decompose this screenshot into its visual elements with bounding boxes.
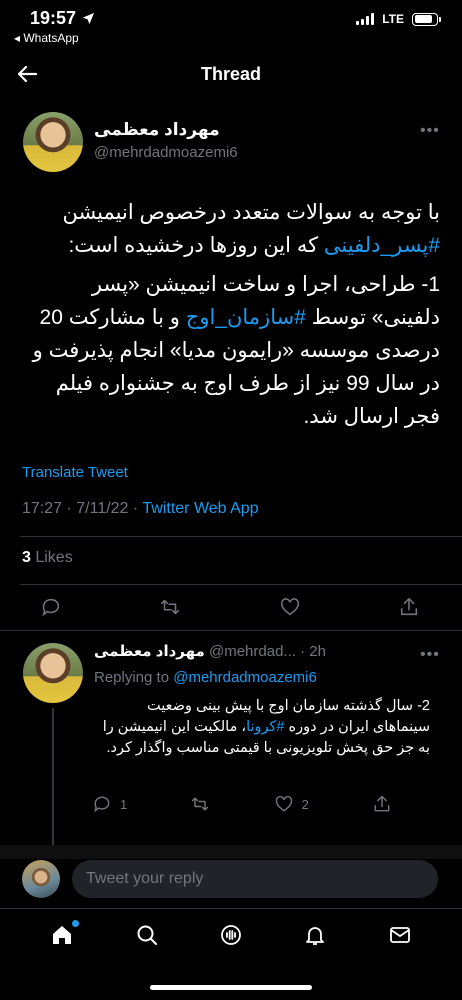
current-user-avatar[interactable] (22, 860, 60, 898)
reply-tweet-actions: 1 2 (92, 794, 392, 814)
author-avatar[interactable] (23, 112, 83, 172)
divider (0, 630, 462, 631)
tweet-text-segment: که این روزها درخشیده است: (68, 234, 324, 257)
network-type: LTE (382, 12, 404, 26)
back-to-whatsapp-link[interactable]: ◂ WhatsApp (14, 31, 79, 45)
likes-count[interactable]: 3 Likes (22, 549, 73, 567)
like-count: 2 (301, 796, 309, 812)
reply-retweet-button[interactable] (190, 794, 210, 814)
notifications-icon (306, 926, 325, 945)
retweet-button[interactable] (159, 596, 181, 618)
share-icon (374, 795, 390, 812)
divider (20, 584, 462, 585)
share-icon (400, 597, 418, 616)
page-title: Thread (200, 64, 261, 84)
reply-tweet-text: 2- سال گذشته سازمان اوج با پیش بینی وضعی… (100, 696, 430, 759)
tab-messages[interactable] (385, 920, 415, 950)
author-display-name[interactable]: مهرداد معظمی (94, 120, 220, 139)
reply-more-options-icon[interactable]: ••• (420, 646, 440, 664)
tweet-timestamp: 17:27 · 7/11/22 · (22, 500, 143, 517)
tab-search[interactable] (132, 920, 162, 950)
thread-header: Thread (0, 52, 462, 98)
reply-author-avatar[interactable] (23, 643, 83, 703)
reply-header: مهرداد معظمی @mehrdad... · 2h (94, 642, 326, 660)
reply-reply-button[interactable]: 1 (92, 794, 127, 814)
like-button[interactable] (279, 596, 301, 618)
tweet-paragraph-1: با توجه به سوالات متعدد درخصوص انیمیشن #… (20, 196, 440, 262)
replying-to-handle-link[interactable]: @mehrdadmoazemi6 (173, 669, 317, 686)
status-time: 19:57 (30, 8, 77, 28)
spaces-icon (221, 924, 241, 945)
reply-icon (42, 598, 60, 617)
translate-tweet-link[interactable]: Translate Tweet (22, 464, 128, 481)
reply-icon (94, 796, 110, 813)
status-bar: 19:57 ◂ WhatsApp LTE (0, 0, 462, 50)
tweet-text: با توجه به سوالات متعدد درخصوص انیمیشن #… (20, 196, 440, 433)
more-options-icon[interactable]: ••• (420, 122, 440, 140)
reply-author-name[interactable]: مهرداد معظمی (94, 643, 205, 660)
tab-spaces[interactable] (216, 920, 246, 950)
reply-button[interactable] (40, 596, 62, 618)
home-icon (53, 925, 72, 944)
likes-label: Likes (30, 549, 73, 566)
tweet-text-segment: با توجه به سوالات متعدد درخصوص انیمیشن (62, 201, 440, 224)
likes-number: 3 (22, 549, 31, 566)
battery-icon (412, 12, 441, 26)
replying-to: Replying to @mehrdadmoazemi6 (94, 669, 317, 686)
retweet-icon (192, 797, 209, 811)
divider (20, 536, 462, 537)
location-arrow-icon (82, 12, 95, 25)
heart-icon (275, 796, 292, 812)
retweet-icon (161, 599, 180, 615)
main-tweet-actions (40, 596, 420, 618)
reply-like-button[interactable]: 2 (274, 794, 309, 814)
status-indicators: LTE (356, 12, 441, 26)
tweet-meta: 17:27 · 7/11/22 · Twitter Web App (22, 500, 259, 518)
next-reply-peek (0, 845, 462, 859)
tab-notifications[interactable] (300, 920, 330, 950)
bottom-tab-bar (0, 908, 462, 960)
messages-icon (389, 926, 410, 943)
reply-handle-time: @mehrdad... · 2h (204, 643, 326, 660)
heart-icon (280, 598, 299, 616)
thread-connector-line (52, 708, 54, 848)
tab-home[interactable] (47, 919, 80, 950)
hashtag-link[interactable]: #پسر_دلفینی (324, 234, 440, 257)
reply-count: 1 (120, 796, 128, 812)
hashtag-link[interactable]: #کرونا (246, 719, 284, 735)
author-handle[interactable]: @mehrdadmoazemi6 (94, 144, 238, 161)
reply-share-button[interactable] (372, 794, 392, 814)
source-app-link[interactable]: Twitter Web App (142, 500, 258, 517)
replying-label: Replying to (94, 669, 174, 686)
share-button[interactable] (398, 596, 420, 618)
reply-compose-input[interactable] (72, 860, 438, 898)
hashtag-link[interactable]: #سازمان_اوج (186, 306, 306, 329)
signal-icon (356, 13, 375, 25)
new-content-dot (72, 919, 80, 927)
tweet-paragraph-2: 1- طراحی، اجرا و ساخت انیمیشن «پسر دلفین… (20, 268, 440, 433)
search-icon (137, 925, 157, 945)
home-indicator (150, 985, 312, 990)
